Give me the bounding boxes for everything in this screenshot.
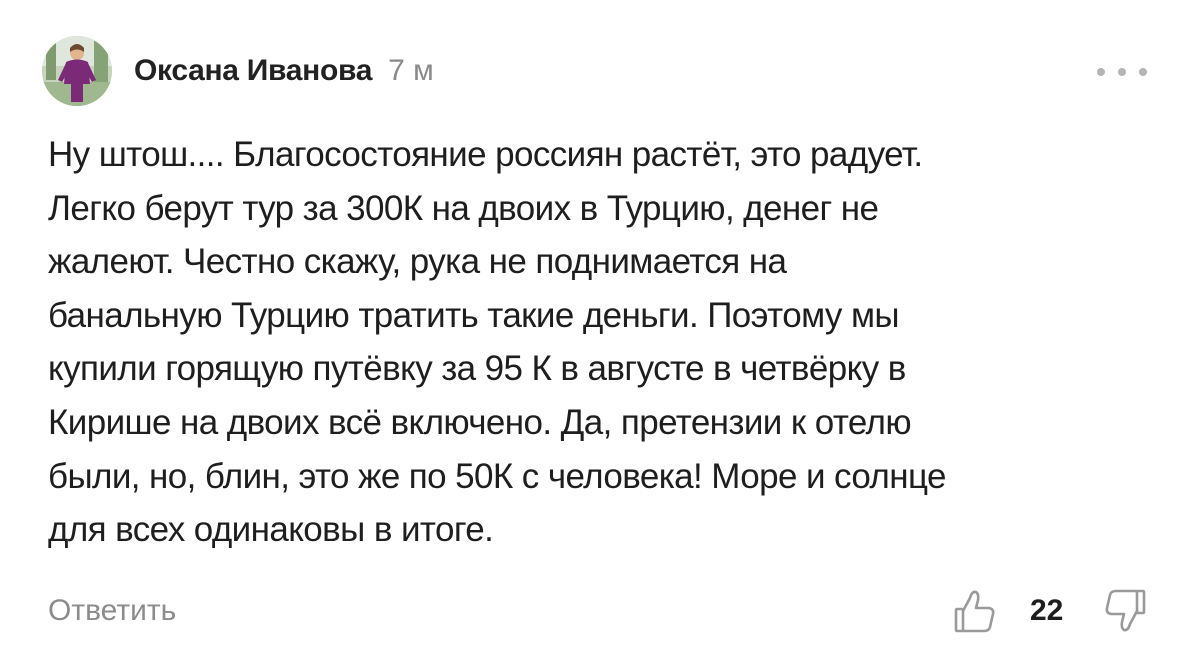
author-name[interactable]: Оксана Иванова [134,54,372,88]
more-dot [1118,68,1126,76]
dislike-button[interactable] [1103,588,1147,634]
thumbs-up-icon [954,590,995,633]
avatar[interactable] [42,36,112,106]
likes-count: 22 [1030,594,1064,627]
comment-footer: Ответить 22 [48,588,1158,638]
comment-text-line: Легко берут тур за 300К на двоих в Турци… [48,188,879,228]
more-dot [1097,68,1105,76]
comment-text-line: были, но, блин, это же по 50К с человека… [48,456,947,496]
more-dots-icon[interactable] [1097,62,1147,82]
comment-text: Ну штош.... Благосостояние россиян растё… [48,128,1158,557]
like-button[interactable] [953,588,997,634]
comment-text-line: жалеют. Честно скажу, рука не поднимаетс… [48,242,787,282]
comment-card: Оксана Иванова 7 м Ну штош.... Благосост… [0,0,1200,649]
comment-header: Оксана Иванова 7 м [42,36,434,106]
thumbs-down-icon [1105,589,1146,632]
comment-text-line: Ну штош.... Благосостояние россиян растё… [48,135,923,174]
comment-time: 7 м [388,54,434,87]
comment-text-line: Кирише на двоих всё включено. Да, претен… [48,402,912,442]
avatar-image [42,36,112,106]
comment-text-line: банальную Турцию тратить такие деньги. П… [48,295,900,335]
reply-button[interactable]: Ответить [48,594,176,628]
comment-text-line: купили горящую путёвку за 95 К в августе… [48,349,906,389]
comment-text-line: для всех одинаковы в итоге. [48,510,494,550]
more-dot [1139,68,1147,76]
